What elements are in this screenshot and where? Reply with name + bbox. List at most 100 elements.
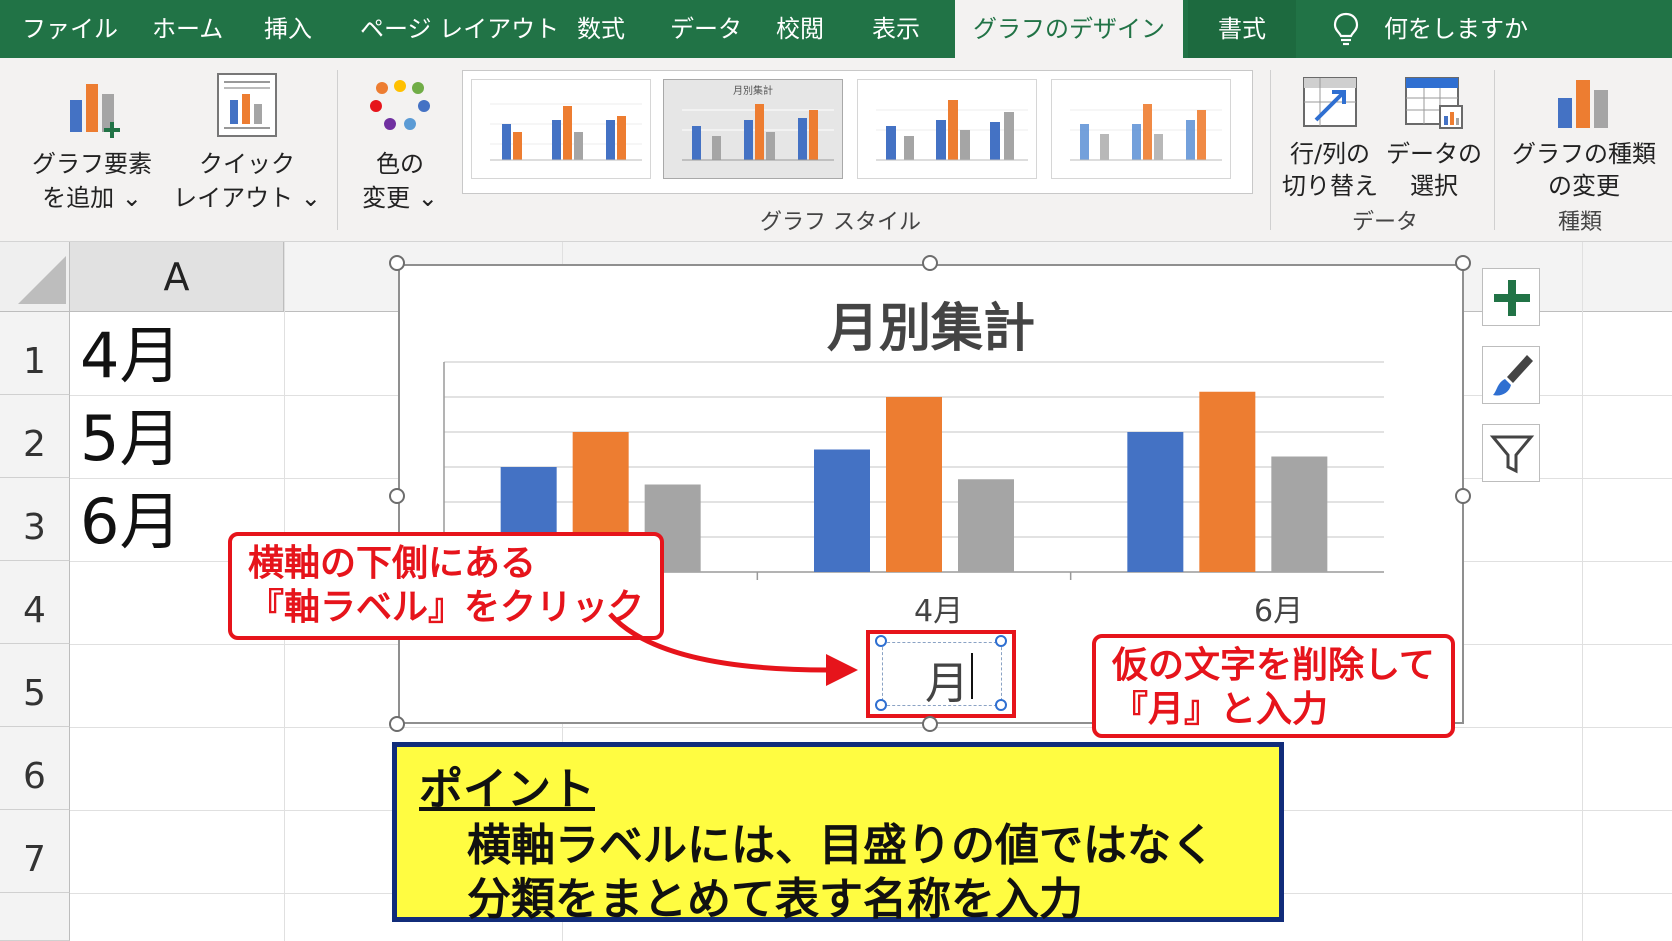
select-data-label-1: データの [1386,140,1482,168]
row-header-5[interactable]: 5 [0,644,70,727]
ribbon-separator [337,70,338,230]
thumb-title: 月別集計 [733,84,773,97]
cell-a1[interactable]: 4月 [80,316,181,396]
chart-resize-handle[interactable] [389,716,405,732]
ribbon-separator [1494,70,1495,230]
row-header-8[interactable] [0,893,70,941]
ribbon-tab-bar: ファイル ホーム 挿入 ページ レイアウト 数式 データ 校閲 表示 グラフのデ… [0,0,1672,58]
textbox-handle[interactable] [995,635,1007,647]
chart-filters-button[interactable] [1482,424,1540,482]
chart-resize-handle[interactable] [922,255,938,271]
change-chart-type-button[interactable]: グラフの種類 の変更 [1504,68,1664,200]
chart-bar [958,479,1014,572]
chart-resize-handle[interactable] [1455,255,1471,271]
instruction-callout-right: 仮の文字を削除して 『月』と入力 [1092,634,1455,738]
callout-arrow [608,612,858,686]
chart-bar [1271,456,1328,572]
chart-styles-gallery: 月別集計 [462,70,1253,194]
instruction-callout-left: 横軸の下側にある 『軸ラベル』をクリック [228,532,665,640]
type-group-label: 種類 [1558,210,1603,235]
textbox-handle[interactable] [875,699,887,711]
cell-a2[interactable]: 5月 [80,399,181,479]
row-header-7[interactable]: 7 [0,810,70,893]
change-colors-button[interactable]: 色の 変更 ⌄ [350,68,450,228]
ribbon: グラフ要素 を追加 ⌄ クイック レイアウト ⌄ 色の 変更 ⌄ 月別集計 グラ… [0,58,1672,242]
chart-resize-handle[interactable] [1455,488,1471,504]
chart-style-thumb-1-preview [490,103,642,161]
select-all-corner[interactable] [0,242,70,312]
data-group-label: データ [1352,210,1419,235]
select-data-icon [1405,77,1463,129]
textbox-handle[interactable] [875,635,887,647]
point-note-title: ポイント [419,764,595,815]
row-header-1[interactable]: 1 [0,312,70,395]
axis-tick-label: 4月 [914,594,964,629]
chart-resize-handle[interactable] [389,488,405,504]
point-note-box: ポイント 横軸ラベルには、目盛りの値ではなく 分類をまとめて表す名称を入力 [392,742,1284,925]
add-chart-element-label-2: を追加 ⌄ [42,184,142,212]
tab-page-layout[interactable]: ページ レイアウト [360,0,559,58]
switch-row-column-button[interactable]: 行/列の 切り替え [1280,68,1380,200]
chart-style-thumb-2-preview: 月別集計 [682,84,834,161]
quick-layout-icon [217,73,277,137]
textbox-handle[interactable] [995,699,1007,711]
chart-style-thumb-1[interactable] [471,79,651,179]
tab-home[interactable]: ホーム [152,0,223,58]
select-data-label-2: 選択 [1410,172,1458,200]
chart-elements-button[interactable] [1482,268,1540,326]
change-colors-label-2: 変更 ⌄ [362,184,438,212]
change-chart-type-label-1: グラフの種類 [1512,140,1656,168]
axis-title-textbox[interactable]: 月 [875,635,1007,711]
chart-resize-handle[interactable] [922,716,938,732]
chart-style-thumb-3-preview [876,100,1028,161]
change-chart-type-label-2: の変更 [1548,172,1620,200]
callout-right-line-2: 『月』と入力 [1112,689,1329,730]
tab-data[interactable]: データ [670,0,742,58]
quick-layout-button[interactable]: クイック レイアウト ⌄ [172,68,322,228]
plus-icon [1494,280,1530,316]
callout-left-line-2: 『軸ラベル』をクリック [248,587,645,628]
callout-left-line-1: 横軸の下側にある [248,543,537,584]
chart-style-thumb-4[interactable] [1051,79,1231,179]
select-data-button[interactable]: データの 選択 [1384,68,1484,200]
tell-me-search[interactable]: 何をしますか [1384,0,1528,58]
point-note-line-2: 分類をまとめて表す名称を入力 [467,874,1083,925]
switch-row-column-label-1: 行/列の [1289,140,1371,168]
change-chart-type-icon [1558,80,1608,128]
switch-row-column-label-2: 切り替え [1282,172,1378,200]
chart-styles-button[interactable] [1482,346,1540,404]
row-header-2[interactable]: 2 [0,395,70,478]
chart-bar [886,397,942,572]
chart-styles-group-label: グラフ スタイル [760,210,921,235]
switch-row-column-icon [1303,77,1357,127]
chart-title[interactable]: 月別集計 [400,286,1462,361]
tab-insert[interactable]: 挿入 [264,0,312,58]
change-colors-label-1: 色の [376,150,424,178]
tab-formulas[interactable]: 数式 [577,0,625,58]
chart-bar [1127,432,1184,572]
grid-column-line [1582,242,1583,941]
tab-chart-design[interactable]: グラフのデザイン [955,0,1183,58]
tab-format[interactable]: 書式 [1188,0,1296,58]
chart-style-thumb-2[interactable]: 月別集計 [663,79,843,179]
text-cursor [971,653,973,699]
tab-file[interactable]: ファイル [22,0,118,58]
chart-resize-handle[interactable] [389,255,405,271]
brush-icon [1493,355,1533,396]
add-chart-element-icon [70,84,120,138]
tab-review[interactable]: 校閲 [776,0,824,58]
add-chart-element-button[interactable]: グラフ要素 を追加 ⌄ [18,68,166,228]
row-header-3[interactable]: 3 [0,478,70,561]
cell-a3[interactable]: 6月 [80,482,181,562]
quick-layout-label-2: レイアウト ⌄ [173,184,321,212]
chart-style-thumb-3[interactable] [857,79,1037,179]
tab-view[interactable]: 表示 [872,0,920,58]
axis-title-highlight: 月 [866,630,1016,718]
column-header-a[interactable]: A [70,242,284,312]
row-header-6[interactable]: 6 [0,727,70,810]
quick-layout-label-1: クイック [199,150,295,178]
row-header-4[interactable]: 4 [0,561,70,644]
ribbon-separator [1270,70,1271,230]
color-palette-icon [370,80,430,130]
add-chart-element-label-1: グラフ要素 [32,150,152,178]
